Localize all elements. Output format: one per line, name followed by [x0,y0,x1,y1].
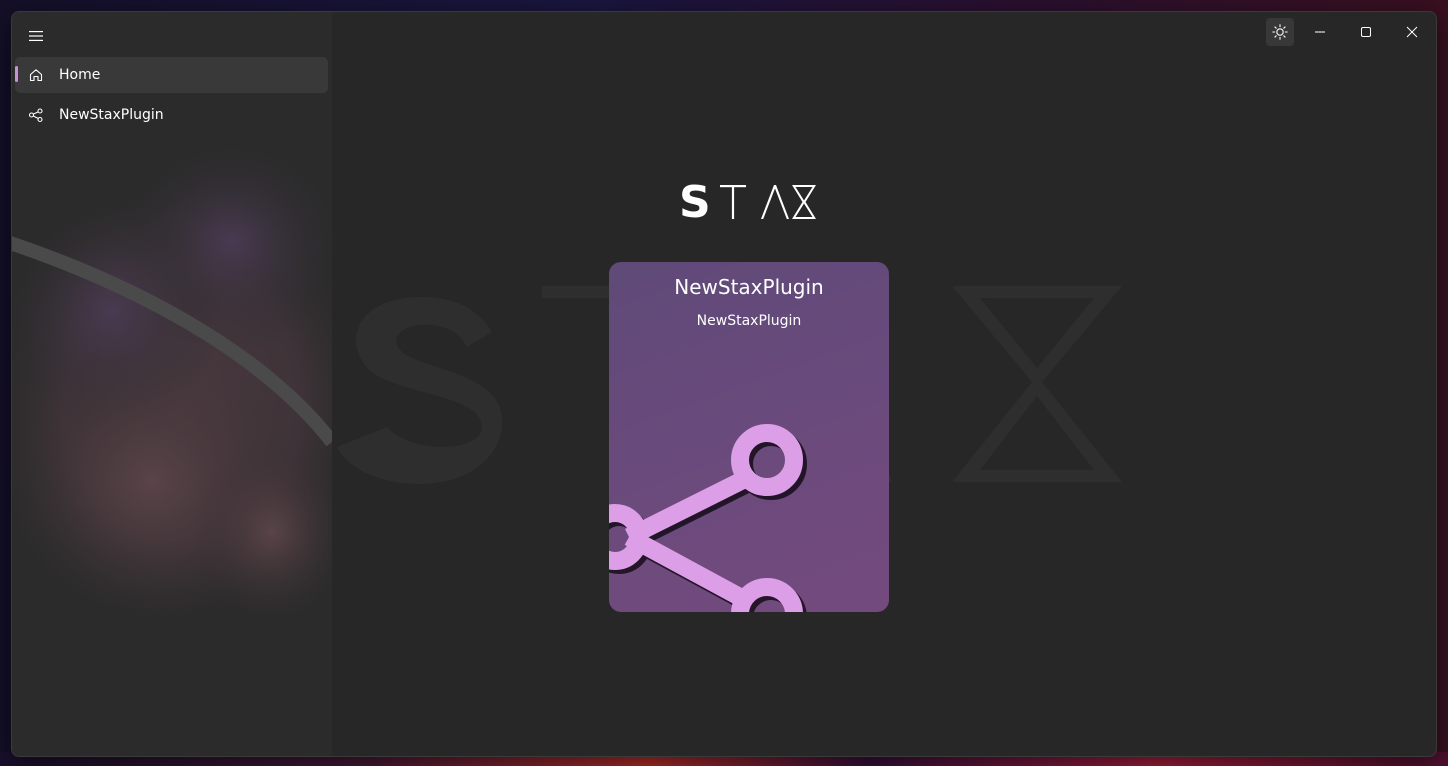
sidebar-item-newstaxplugin[interactable]: NewStaxPlugin [15,97,328,133]
plugin-card-newstaxplugin[interactable]: NewStaxPlugin NewStaxPlugin [609,262,889,612]
close-button[interactable] [1390,18,1434,46]
sidebar-item-label: Home [59,67,101,83]
theme-toggle-button[interactable] [1266,18,1294,46]
sidebar-item-label: NewStaxPlugin [59,107,164,123]
hamburger-menu-icon [29,31,43,41]
share-icon [28,108,43,123]
minimize-icon [1315,31,1325,33]
maximize-icon [1361,27,1371,37]
plugin-card-title: NewStaxPlugin [674,275,824,299]
hamburger-menu-button[interactable] [23,24,49,48]
svg-text:S: S [679,182,711,222]
stax-logo: S [679,182,816,222]
minimize-button[interactable] [1298,18,1342,46]
sidebar-item-home[interactable]: Home [15,57,328,93]
main-content: S NewStaxPlugin NewStaxPlugin [332,12,1436,756]
navigation-pane: Home NewStaxPlugin [12,12,332,756]
selection-indicator [15,66,18,82]
home-icon [29,69,43,82]
app-window: Home NewStaxPlugin S NewStaxPlugin NewSt… [11,11,1437,757]
plugin-card-subtitle: NewStaxPlugin [696,313,802,329]
sun-icon [1272,24,1288,40]
maximize-button[interactable] [1344,18,1388,46]
close-icon [1406,26,1418,38]
